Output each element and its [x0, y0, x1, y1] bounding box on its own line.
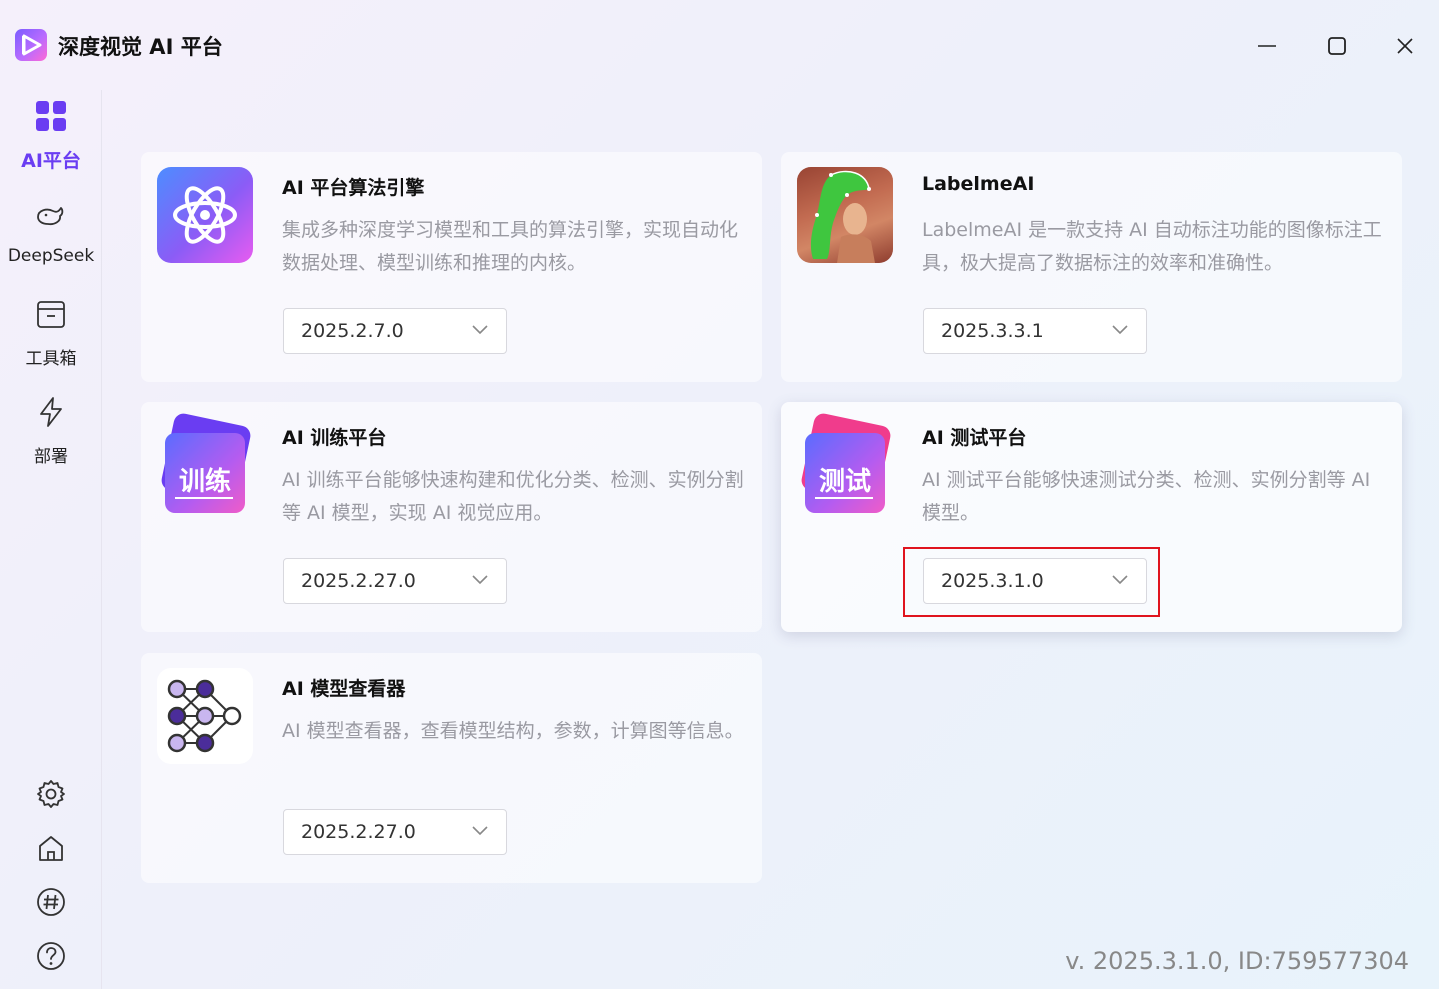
app-card-algorithm-engine[interactable]: AI 平台算法引擎 集成多种深度学习模型和工具的算法引擎，实现自动化数据处理、模…	[141, 152, 762, 382]
app-title: 深度视觉 AI 平台	[58, 35, 223, 59]
close-icon	[1397, 38, 1413, 54]
minimize-button[interactable]	[1249, 28, 1285, 64]
sidebar-item-label: 部署	[34, 447, 68, 467]
home-icon[interactable]	[35, 832, 67, 864]
thumb-label: 测试	[818, 467, 871, 497]
sidebar-item-deploy[interactable]: 部署	[0, 396, 102, 476]
chevron-down-icon	[1112, 325, 1128, 335]
app-card-training-platform[interactable]: 训练 AI 训练平台 AI 训练平台能够快速构建和优化分类、检测、实例分割等 A…	[141, 402, 762, 632]
app-card-labelmeai[interactable]: LabelmeAI LabelmeAI 是一款支持 AI 自动标注功能的图像标注…	[781, 152, 1402, 382]
version-value: 2025.2.27.0	[301, 821, 416, 843]
hash-icon[interactable]	[35, 886, 67, 918]
card-title: AI 训练平台	[282, 427, 387, 449]
gear-icon[interactable]	[35, 778, 67, 810]
lightning-icon	[40, 397, 62, 427]
version-select[interactable]: 2025.2.27.0	[283, 558, 507, 604]
sidebar-item-deepseek[interactable]: DeepSeek	[0, 200, 102, 280]
chevron-down-icon	[472, 826, 488, 836]
grid-icon	[36, 101, 66, 131]
close-button[interactable]	[1387, 28, 1423, 64]
version-select[interactable]: 2025.3.3.1	[923, 308, 1147, 354]
whale-icon	[37, 207, 64, 226]
highlight-box	[903, 547, 1160, 617]
card-title: AI 平台算法引擎	[282, 177, 425, 199]
card-description: AI 模型查看器，查看模型结构，参数，计算图等信息。	[282, 720, 744, 742]
card-description: AI 测试平台能够快速测试分类、检测、实例分割等 AI 模型。	[922, 469, 1371, 524]
version-value: 2025.2.27.0	[301, 570, 416, 592]
neural-network-icon	[157, 668, 253, 764]
sidebar-item-label: AI平台	[21, 150, 81, 172]
maximize-button[interactable]	[1319, 28, 1355, 64]
card-title: AI 测试平台	[922, 427, 1027, 449]
chevron-down-icon	[472, 325, 488, 335]
version-footer: v. 2025.3.1.0, ID:759577304	[1065, 947, 1409, 975]
title-bar: 深度视觉 AI 平台	[0, 0, 1439, 90]
card-title: LabelmeAI	[922, 173, 1035, 195]
app-logo-icon	[15, 29, 47, 61]
testing-logo-icon: 测试	[797, 411, 893, 513]
card-description: AI 训练平台能够快速构建和优化分类、检测、实例分割等 AI 模型，实现 AI …	[282, 469, 744, 524]
version-select[interactable]: 2025.2.27.0	[283, 809, 507, 855]
sidebar-item-label: 工具箱	[25, 349, 77, 369]
thumb-label: 训练	[178, 467, 231, 497]
app-card-model-viewer[interactable]: AI 模型查看器 AI 模型查看器，查看模型结构，参数，计算图等信息。 2025…	[141, 653, 762, 883]
sidebar: AI平台 DeepSeek 工具箱 部署	[0, 90, 102, 989]
card-title: AI 模型查看器	[282, 678, 406, 700]
card-description: LabelmeAI 是一款支持 AI 自动标注功能的图像标注工具，极大提高了数据…	[922, 219, 1382, 274]
version-value: 2025.3.3.1	[941, 320, 1044, 342]
atom-icon	[157, 167, 253, 263]
version-value: 2025.2.7.0	[301, 320, 404, 342]
card-description: 集成多种深度学习模型和工具的算法引擎，实现自动化数据处理、模型训练和推理的内核。	[282, 219, 739, 274]
sidebar-item-label: DeepSeek	[7, 246, 95, 266]
toolbox-icon	[37, 301, 65, 328]
labelme-logo-image	[797, 167, 893, 263]
chevron-down-icon	[472, 575, 488, 585]
sidebar-item-toolbox[interactable]: 工具箱	[0, 298, 102, 378]
minimize-icon	[1258, 45, 1276, 47]
training-logo-icon: 训练	[157, 411, 253, 513]
version-select[interactable]: 2025.2.7.0	[283, 308, 507, 354]
sidebar-item-ai-platform[interactable]: AI平台	[0, 100, 102, 180]
maximize-icon	[1328, 37, 1346, 55]
help-icon[interactable]	[35, 940, 67, 972]
